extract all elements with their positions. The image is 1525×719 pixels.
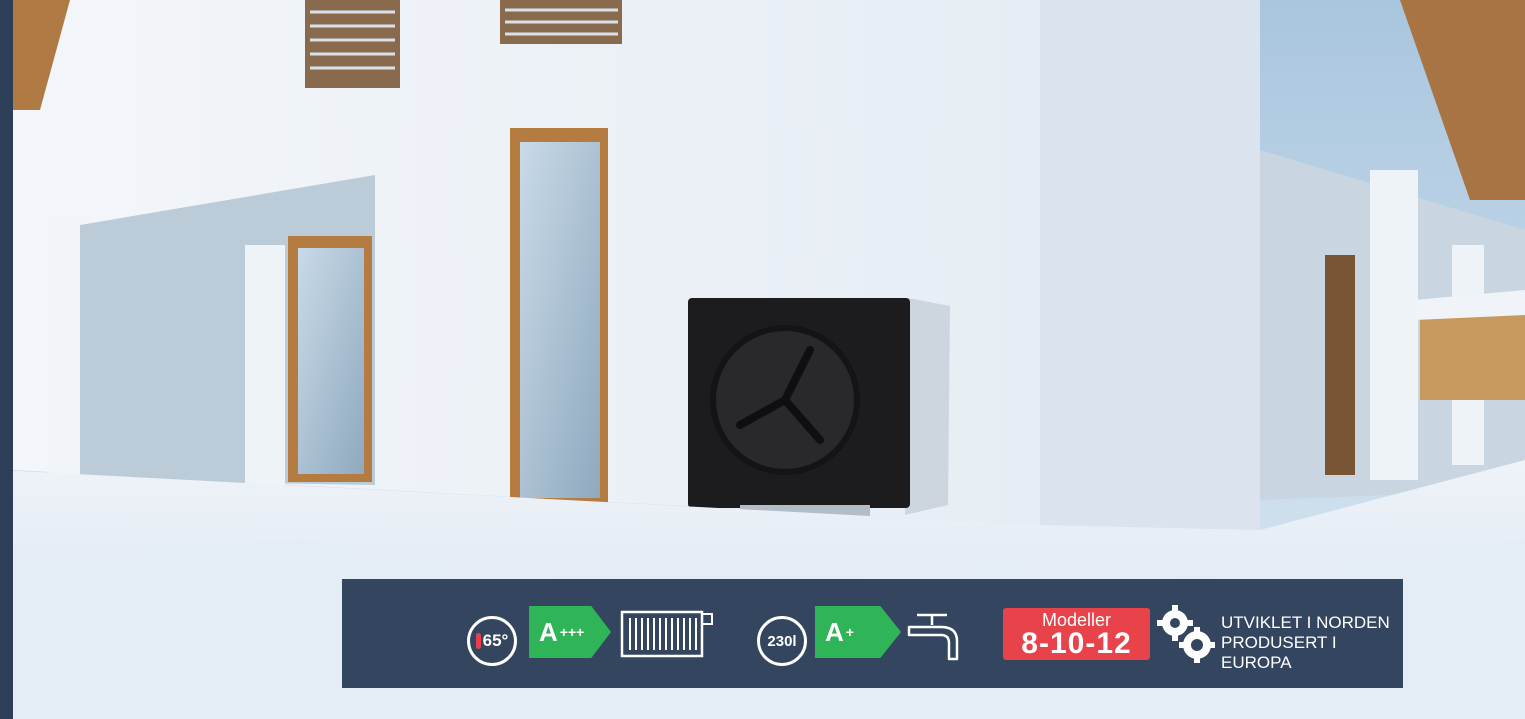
origin-line-1: UTVIKLET I NORDEN xyxy=(1221,613,1390,632)
origin-line-2: PRODUSERT I EUROPA xyxy=(1221,633,1337,672)
temperature-badge: 65° xyxy=(467,616,517,666)
radiator-icon xyxy=(620,610,713,658)
hot-water-energy-class: A + xyxy=(815,606,901,658)
side-wall xyxy=(1040,0,1260,530)
spec-info-bar: 65° A +++ 230l A + Modeller 8-10-12 UTVI… xyxy=(342,579,1403,688)
origin-text: UTVIKLET I NORDEN PRODUSERT I EUROPA xyxy=(1221,613,1403,673)
porch-column xyxy=(48,215,80,490)
hot-water-class-letter: A xyxy=(825,616,844,647)
porch-column-2 xyxy=(245,245,285,485)
heating-class-letter: A xyxy=(539,616,558,647)
left-edge-strip xyxy=(0,0,13,719)
right-column-1 xyxy=(1370,170,1418,480)
tap-icon xyxy=(907,613,959,661)
heating-energy-class: A +++ xyxy=(529,606,611,658)
window-glass-center xyxy=(520,142,600,498)
right-door xyxy=(1325,255,1355,475)
tank-volume-badge: 230l xyxy=(757,616,807,666)
models-badge: Modeller 8-10-12 xyxy=(1003,608,1150,660)
heat-pump-side xyxy=(905,298,950,515)
hot-water-class-plus: + xyxy=(845,624,854,640)
models-numbers: 8-10-12 xyxy=(1021,627,1132,660)
temperature-value: 65° xyxy=(482,631,509,650)
door-glass-left xyxy=(298,248,364,474)
gears-icon xyxy=(1157,605,1215,663)
tank-volume-value: 230l xyxy=(767,632,797,650)
thermometer-icon xyxy=(475,633,481,649)
heating-class-plus: +++ xyxy=(559,624,585,640)
